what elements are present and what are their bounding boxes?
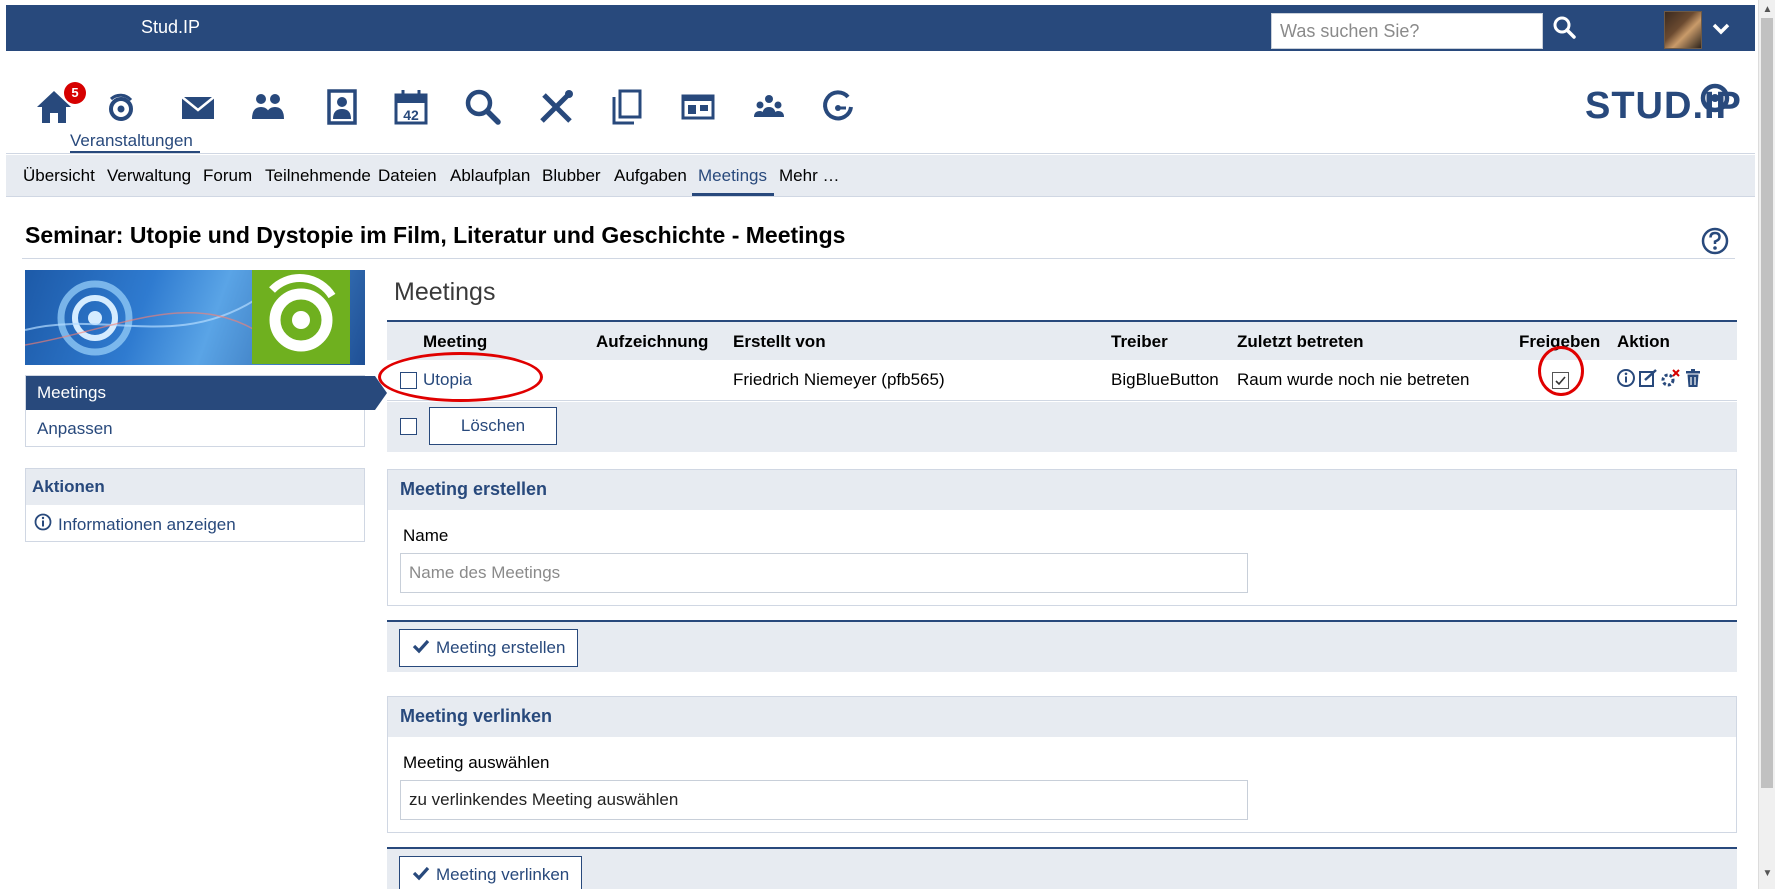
help-icon[interactable]	[1700, 226, 1730, 256]
link-meeting-title: Meeting verlinken	[388, 697, 1736, 737]
meetings-title: Meetings	[394, 278, 496, 306]
tab-uebersicht[interactable]: Übersicht	[23, 166, 95, 186]
column-last-joined: Zuletzt betreten	[1237, 332, 1364, 351]
active-tab-underline	[692, 193, 774, 196]
avatar[interactable]	[1664, 11, 1702, 49]
profile-icon[interactable]	[322, 87, 362, 127]
active-nav-underline	[70, 151, 200, 153]
meetings-logo	[252, 270, 350, 364]
select-label: Meeting auswählen	[403, 753, 550, 772]
scrollbar[interactable]: ▲ ▼	[1758, 0, 1775, 889]
trash-icon[interactable]	[1683, 368, 1703, 388]
schedule-icon[interactable]	[678, 87, 718, 127]
edit-icon[interactable]	[1638, 368, 1658, 388]
column-created-by: Erstellt von	[733, 332, 826, 351]
notification-badge: 5	[64, 82, 86, 104]
name-label: Name	[403, 526, 449, 545]
scroll-thumb[interactable]	[1761, 18, 1773, 788]
sidebar-actions-title: Aktionen	[26, 469, 364, 505]
create-footer: Meeting erstellen	[387, 620, 1737, 672]
title-divider	[22, 258, 1735, 259]
column-driver: Treiber	[1111, 332, 1168, 351]
tab-teilnehmende[interactable]: Teilnehmende	[265, 166, 371, 186]
calendar-day: 42	[403, 107, 419, 123]
tab-blubber[interactable]: Blubber	[542, 166, 601, 186]
meeting-last-joined: Raum wurde noch nie betreten	[1237, 370, 1470, 389]
community-icon[interactable]	[248, 87, 288, 127]
create-meeting-button-label: Meeting erstellen	[436, 638, 566, 657]
sidebar-banner	[25, 270, 365, 365]
table-footer: Löschen	[387, 402, 1737, 452]
tools-icon[interactable]	[536, 87, 576, 127]
courses-icon[interactable]	[101, 87, 141, 127]
tab-meetings[interactable]: Meetings	[698, 166, 767, 186]
tab-aufgaben[interactable]: Aufgaben	[614, 166, 687, 186]
info-icon	[34, 513, 52, 536]
column-action: Aktion	[1617, 332, 1670, 351]
highlight-meeting-name	[378, 352, 543, 402]
tab-forum[interactable]: Forum	[203, 166, 252, 186]
check-icon	[412, 865, 430, 886]
page-title: Seminar: Utopie und Dystopie im Film, Li…	[25, 222, 846, 248]
main-navigation: 5 42 Veranstaltungen STUD.IP	[6, 51, 1755, 154]
table-header: Meeting Aufzeichnung Erstellt von Treibe…	[387, 320, 1737, 360]
create-meeting-title: Meeting erstellen	[388, 470, 1736, 510]
link-meeting-button-label: Meeting verlinken	[436, 865, 570, 884]
scroll-down-icon[interactable]: ▼	[1762, 868, 1773, 879]
sidebar-item-anpassen[interactable]: Anpassen	[26, 412, 386, 446]
chevron-down-icon[interactable]	[1710, 17, 1732, 39]
info-action-label: Informationen anzeigen	[58, 514, 236, 534]
create-meeting-panel: Meeting erstellen Name Name des Meetings	[387, 469, 1737, 606]
meeting-creator: Friedrich Niemeyer (pfb565)	[733, 370, 945, 389]
search-icon[interactable]	[1551, 13, 1579, 43]
tab-verwaltung[interactable]: Verwaltung	[107, 166, 191, 186]
table-row: Utopia Friedrich Niemeyer (pfb565) BigBl…	[387, 360, 1737, 401]
sidebar-actions: Aktionen Informationen anzeigen	[25, 468, 365, 542]
meeting-select[interactable]: zu verlinkendes Meeting auswählen	[400, 780, 1248, 820]
settings-icon[interactable]	[1660, 368, 1680, 388]
top-bar: Stud.IP Was suchen Sie?	[6, 5, 1755, 51]
link-meeting-button[interactable]: Meeting verlinken	[399, 856, 583, 889]
contacts-icon[interactable]	[749, 87, 789, 127]
meeting-name-input[interactable]: Name des Meetings	[400, 553, 1248, 593]
create-meeting-button[interactable]: Meeting erstellen	[399, 629, 579, 667]
meeting-driver: BigBlueButton	[1111, 370, 1219, 389]
info-icon[interactable]	[1616, 368, 1636, 388]
search-icon[interactable]	[463, 87, 503, 127]
info-action[interactable]: Informationen anzeigen	[26, 505, 364, 544]
sidebar-item-meetings[interactable]: Meetings	[26, 376, 375, 410]
calendar-icon[interactable]: 42	[391, 87, 431, 127]
check-icon	[412, 638, 430, 659]
tab-ablaufplan[interactable]: Ablaufplan	[450, 166, 530, 186]
sidebar-navigation: Meetings Anpassen	[25, 375, 387, 447]
select-all-checkbox[interactable]	[400, 418, 417, 435]
active-nav-label[interactable]: Veranstaltungen	[70, 131, 193, 151]
column-recording: Aufzeichnung	[596, 332, 709, 351]
files-icon[interactable]	[607, 87, 647, 127]
tab-dateien[interactable]: Dateien	[378, 166, 437, 186]
tab-mehr[interactable]: Mehr …	[779, 166, 839, 186]
brand-label[interactable]: Stud.IP	[141, 17, 200, 38]
highlight-shared-checkbox	[1538, 346, 1584, 396]
link-meeting-panel: Meeting verlinken Meeting auswählen zu v…	[387, 696, 1737, 833]
logo-icon	[1698, 81, 1732, 115]
delete-button[interactable]: Löschen	[429, 407, 557, 445]
search-input[interactable]: Was suchen Sie?	[1271, 13, 1543, 49]
scroll-up-icon[interactable]: ▲	[1762, 4, 1773, 15]
mail-icon[interactable]	[178, 87, 218, 127]
column-meeting: Meeting	[423, 332, 488, 351]
link-footer: Meeting verlinken	[387, 847, 1737, 889]
course-tabs: Übersicht Verwaltung Forum Teilnehmende …	[6, 155, 1755, 197]
plugin-icon[interactable]	[818, 87, 858, 127]
